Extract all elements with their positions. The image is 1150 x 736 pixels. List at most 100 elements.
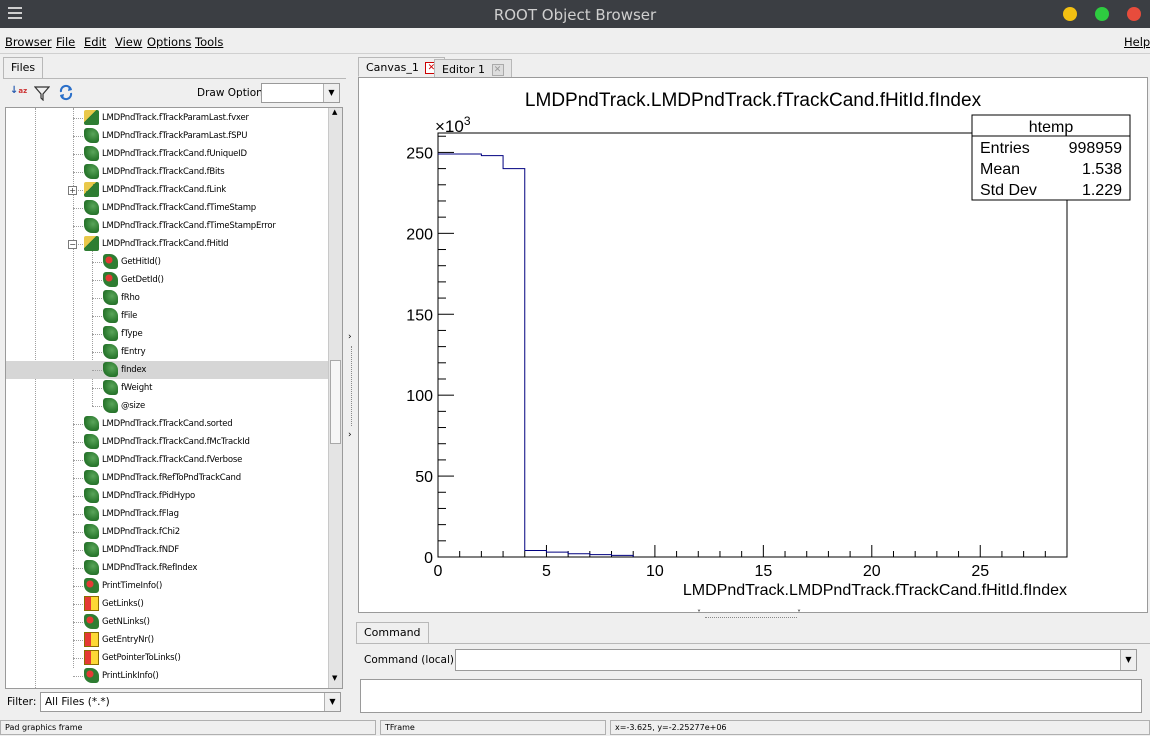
scroll-thumb[interactable] [330,360,341,444]
tab-files[interactable]: Files [3,57,44,79]
tree-item[interactable]: LMDPndTrack.fTrackCand.fUniqueID [6,145,342,163]
tree-item-label: GetHitId() [121,257,161,267]
menu-options[interactable]: Options [147,35,191,49]
expand-icon[interactable]: + [68,186,77,195]
canvas[interactable]: LMDPndTrack.LMDPndTrack.fTrackCand.fHitI… [358,77,1148,613]
tree-item[interactable]: fIndex [6,361,342,379]
tab-canvas-1[interactable]: Canvas_1 ✕ [358,57,446,77]
command-input[interactable]: ▼ [455,649,1137,671]
leaf-icon [84,218,99,233]
tree-item-label: @size [121,401,145,411]
tree-item[interactable]: LMDPndTrack.fRefToPndTrackCand [6,469,342,487]
tab-command[interactable]: Command [356,622,429,644]
command-tab-underline [356,643,1150,644]
stats-title: htemp [1029,119,1074,136]
tree-item-label: fRho [121,293,140,303]
y-tick-label: 200 [406,226,433,243]
tree-item[interactable]: LMDPndTrack.fTrackParamLast.fvxer [6,109,342,127]
tree-item[interactable]: LMDPndTrack.fTrackCand.sorted [6,415,342,433]
tree-item-label: GetEntryNr() [102,635,154,645]
tree-item[interactable]: fType [6,325,342,343]
sort-icon[interactable]: ↓az [10,85,27,101]
maximize-button[interactable] [1095,7,1109,21]
tree-item[interactable]: LMDPndTrack.fFlag [6,505,342,523]
branch-icon [84,236,99,251]
close-tab-icon[interactable]: ✕ [491,64,504,76]
scroll-up-icon[interactable]: ▲ [332,108,337,116]
tree-item[interactable]: GetEntryNr() [6,631,342,649]
tree-item[interactable]: fFile [6,307,342,325]
expand-right-icon[interactable]: › [348,430,352,440]
tree-item[interactable]: GetDetId() [6,271,342,289]
menu-view[interactable]: View [115,35,142,49]
draw-option-dropdown[interactable]: ▼ [261,83,340,103]
refresh-icon[interactable] [58,84,74,101]
collapse-icon[interactable]: − [68,240,77,249]
tree-item-label: LMDPndTrack.fPidHypo [102,491,196,501]
tree-item[interactable]: fEntry [6,343,342,361]
leaf-icon [103,344,118,359]
leaf-icon [103,362,118,377]
menu-browser[interactable]: Browser [5,35,52,49]
tree-item[interactable]: − LMDPndTrack.fTrackCand.fHitId [6,235,342,253]
leaf-icon [103,380,118,395]
tree-item[interactable]: fRho [6,289,342,307]
stats-box[interactable]: htemp Entries 998959 Mean 1.538 Std Dev … [971,114,1131,201]
histogram-line [438,153,634,557]
tree-item[interactable]: LMDPndTrack.fTrackCand.fTimeStampError [6,217,342,235]
filter-dropdown[interactable]: All Files (*.*) ▼ [40,692,341,712]
horizontal-splitter[interactable]: ˅ ˅ [697,609,805,621]
leaf-icon [84,470,99,485]
collapse-left-icon[interactable]: › [348,332,352,342]
menu-tools[interactable]: Tools [195,35,223,49]
tree-item-label: LMDPndTrack.fTrackCand.sorted [102,419,233,429]
status-coords: x=-3.625, y=-2.25277e+06 [610,720,1150,735]
tree-item[interactable]: PrintTimeInfo() [6,577,342,595]
tree-item[interactable]: LMDPndTrack.fRefIndex [6,559,342,577]
filter-value: All Files (*.*) [45,696,110,708]
leaf-icon [84,452,99,467]
leaf-icon [84,542,99,557]
pane-splitter[interactable]: › › [346,56,356,716]
tree-item[interactable]: GetLinks() [6,595,342,613]
function-icon [84,650,99,665]
tree-item[interactable]: GetHitId() [6,253,342,271]
tree-item[interactable]: GetPointerToLinks() [6,649,342,667]
tree-item[interactable]: LMDPndTrack.fTrackCand.fVerbose [6,451,342,469]
window-title: ROOT Object Browser [493,6,657,24]
tree-item[interactable]: LMDPndTrack.fPidHypo [6,487,342,505]
tree-item[interactable]: GetNLinks() [6,613,342,631]
tree-item-label: LMDPndTrack.fTrackCand.fHitId [102,239,229,249]
tree-item[interactable]: LMDPndTrack.fTrackCand.fMcTrackId [6,433,342,451]
tree-item[interactable]: LMDPndTrack.fChi2 [6,523,342,541]
tree-item[interactable]: PrintLinkInfo() [6,667,342,685]
menu-file[interactable]: File [56,35,75,49]
filter-icon[interactable] [34,85,50,101]
menu-edit[interactable]: Edit [84,35,106,49]
stats-stddev-value: 1.229 [1082,182,1122,199]
tree-scrollbar[interactable]: ▲ ▼ [328,108,342,688]
leaf-icon [84,128,99,143]
minimize-button[interactable] [1063,7,1077,21]
tree-item[interactable]: @size [6,397,342,415]
scroll-down-icon[interactable]: ▼ [332,674,337,682]
chevron-down-icon[interactable]: ▼ [1120,650,1136,670]
menu-help[interactable]: Help [1124,35,1150,49]
histogram-bin [460,154,482,557]
tab-editor-1-label: Editor 1 [442,63,486,76]
tree-item[interactable]: LMDPndTrack.fTrackParamLast.fSPU [6,127,342,145]
histogram-plot[interactable]: LMDPndTrack.LMDPndTrack.fTrackCand.fHitI… [359,78,1147,612]
tree-item[interactable]: LMDPndTrack.fTrackCand.fBits [6,163,342,181]
chevron-down-icon[interactable]: ▼ [324,693,340,711]
close-button[interactable] [1127,7,1141,21]
tree-item[interactable]: + LMDPndTrack.fTrackCand.fLink [6,181,342,199]
leaf-icon [84,200,99,215]
tree-item-label: LMDPndTrack.fTrackCand.fLink [102,185,226,195]
tree-item[interactable]: LMDPndTrack.fNDF [6,541,342,559]
tab-editor-1[interactable]: Editor 1 ✕ [434,59,512,77]
tree-item-label: LMDPndTrack.fTrackCand.fTimeStampError [102,221,276,231]
tree-item[interactable]: LMDPndTrack.fTrackCand.fTimeStamp [6,199,342,217]
chevron-down-icon[interactable]: ▼ [323,84,339,102]
tree-item[interactable]: fWeight [6,379,342,397]
command-output [360,679,1142,713]
